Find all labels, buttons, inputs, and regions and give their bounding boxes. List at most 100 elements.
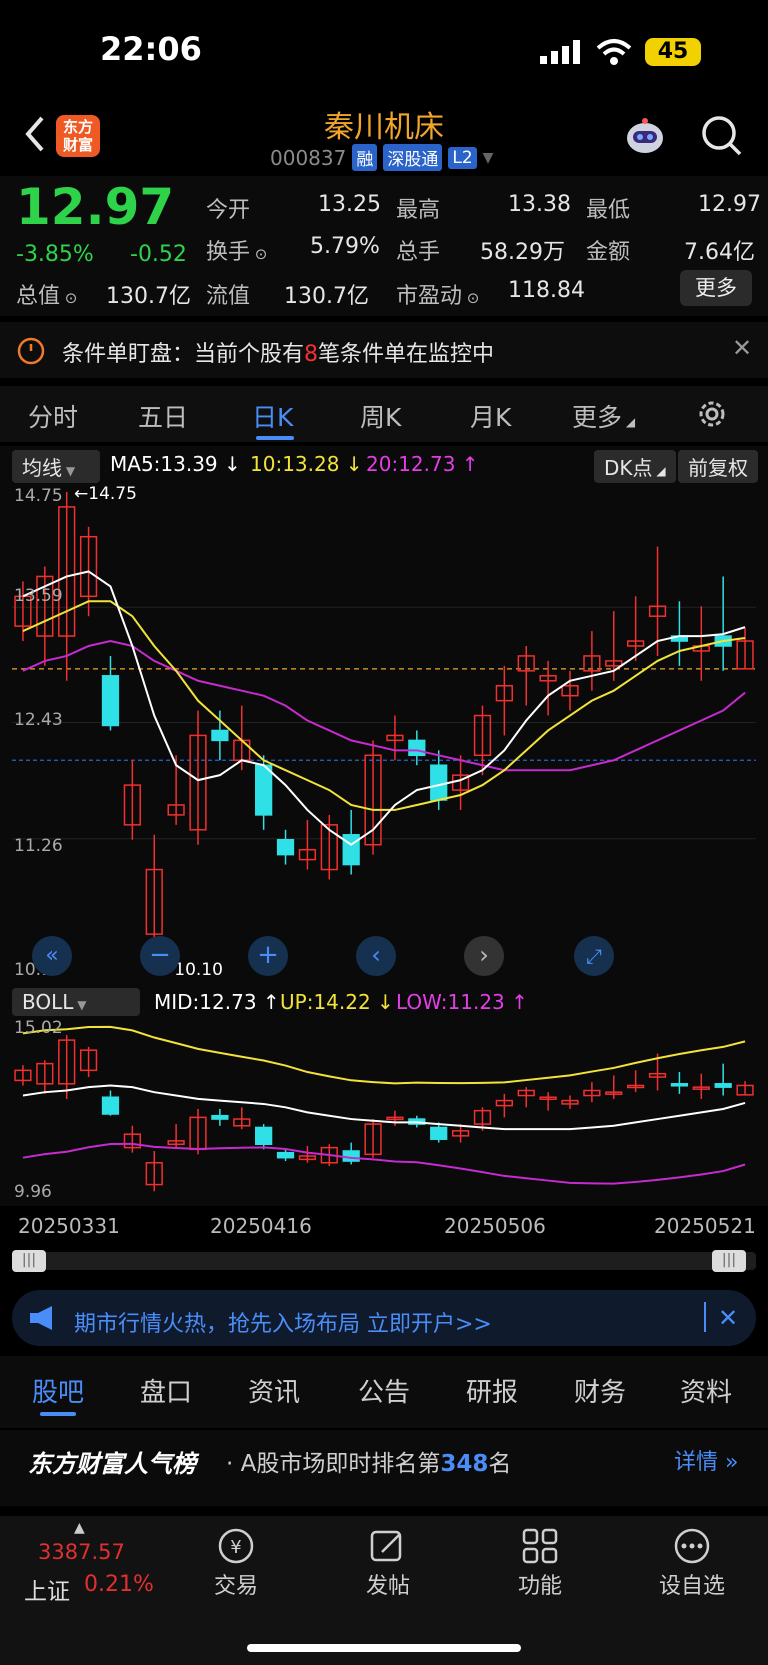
stock-code-row: 000837 融 深股通 L2 ▼: [270, 144, 493, 171]
trade-icon[interactable]: ¥: [216, 1526, 256, 1570]
boll-y-top: 15.02: [14, 1018, 63, 1038]
candle-body: [255, 764, 273, 816]
ma-selector[interactable]: 均线 ▼: [12, 450, 100, 483]
tab-five-day[interactable]: 五日: [138, 398, 188, 434]
tab-weekly-k[interactable]: 周K: [360, 398, 401, 434]
banner-text[interactable]: 期市行情火热，抢先入场布局 立即开户>>: [74, 1306, 492, 1338]
y-label-4: 11.26: [14, 836, 63, 856]
boll-y-bottom: 9.96: [14, 1182, 52, 1202]
turnover-value: 5.79%: [310, 234, 380, 259]
boll-mid-line: [22, 1084, 746, 1131]
tab-intraday[interactable]: 分时: [28, 398, 78, 434]
robot-assistant-icon[interactable]: [624, 116, 666, 156]
label-total-value: 总值 ⊙: [16, 284, 78, 309]
y-label-top: 14.75: [14, 486, 63, 506]
change-pct: -3.85%: [16, 242, 94, 267]
battery-indicator: 45: [645, 38, 701, 66]
boll-candle-body: [714, 1083, 732, 1088]
close-icon[interactable]: ✕: [732, 334, 752, 362]
wifi-icon: [596, 38, 632, 70]
svg-text:¥: ¥: [230, 1537, 241, 1558]
nav-post[interactable]: 发帖: [343, 1568, 433, 1600]
candle-body: [408, 739, 426, 757]
label-high: 最高: [396, 198, 441, 223]
low-value: 12.97: [698, 192, 761, 217]
rank-detail-link[interactable]: 详情 »: [674, 1444, 738, 1476]
tab-monthly-k[interactable]: 月K: [470, 398, 511, 434]
chart-scrollbar[interactable]: [12, 1252, 756, 1270]
more-dots-icon[interactable]: [672, 1526, 712, 1570]
tab-announcements[interactable]: 公告: [358, 1372, 410, 1409]
ma10-label: 10:13.28 ↓: [250, 452, 363, 476]
boll-candle-body: [211, 1114, 229, 1120]
next-icon[interactable]: ›: [464, 936, 504, 976]
home-indicator: [247, 1644, 521, 1652]
label-volume: 总手: [396, 240, 441, 265]
zoom-out-icon[interactable]: −: [140, 936, 180, 976]
nav-trade[interactable]: 交易: [191, 1568, 281, 1600]
ma10-line: [22, 600, 746, 811]
total-value: 130.7亿: [106, 284, 191, 309]
open-value: 13.25: [318, 192, 381, 217]
nav-functions[interactable]: 功能: [495, 1568, 585, 1600]
banner-close-icon[interactable]: ✕: [718, 1304, 738, 1332]
dk-point-button[interactable]: DK点 ◢: [594, 450, 676, 483]
index-change[interactable]: 0.21%: [84, 1572, 154, 1597]
status-time: 22:06: [100, 30, 202, 68]
label-low: 最低: [586, 198, 631, 223]
fullscreen-icon[interactable]: ⤢: [574, 936, 614, 976]
boll-candle-body: [670, 1083, 689, 1087]
boll-selector[interactable]: BOLL ▼: [12, 988, 140, 1016]
dropdown-icon[interactable]: ▼: [483, 150, 494, 166]
float-value: 130.7亿: [284, 284, 369, 309]
rank-brand: 东方财富人气榜: [28, 1450, 196, 1478]
tab-news[interactable]: 资讯: [248, 1372, 300, 1409]
tab-guba[interactable]: 股吧: [32, 1372, 84, 1409]
scroll-handle-left[interactable]: |||: [12, 1250, 46, 1272]
label-amount: 金额: [586, 240, 631, 265]
tag-margin: 融: [352, 144, 378, 171]
high-value: 13.38: [508, 192, 571, 217]
candle-body: [430, 764, 448, 801]
high-marker: ←14.75: [74, 484, 137, 504]
x-label-1: 20250331: [18, 1214, 120, 1238]
candlestick-chart[interactable]: [0, 480, 768, 980]
search-icon[interactable]: [700, 114, 744, 162]
more-button[interactable]: 更多: [680, 270, 752, 306]
label-open: 今开: [206, 198, 251, 223]
nav-add-watchlist[interactable]: 设自选: [647, 1568, 737, 1600]
tab-order-book[interactable]: 盘口: [140, 1372, 192, 1409]
post-icon[interactable]: [368, 1526, 408, 1570]
boll-mid-label: MID:12.73 ↑: [154, 990, 280, 1014]
amount-value: 7.64亿: [684, 240, 755, 265]
y-label-3: 12.43: [14, 710, 63, 730]
boll-candle-body: [276, 1151, 295, 1159]
tab-more[interactable]: 更多 ◢: [572, 398, 635, 434]
ma5-label: MA5:13.39 ↓: [110, 452, 241, 476]
tab-profile[interactable]: 资料: [680, 1372, 732, 1409]
boll-chart[interactable]: [0, 1018, 768, 1204]
index-value[interactable]: 3387.57: [38, 1540, 125, 1564]
functions-icon[interactable]: [520, 1526, 560, 1570]
adjust-button[interactable]: 前复权: [678, 450, 758, 483]
tab-research[interactable]: 研报: [466, 1372, 518, 1409]
candle-body: [342, 834, 360, 866]
ma5-line: [22, 570, 746, 846]
candle-body: [276, 838, 295, 856]
scroll-handle-right[interactable]: |||: [712, 1250, 746, 1272]
tag-l2: L2: [448, 146, 477, 169]
index-name[interactable]: 上证: [24, 1572, 70, 1606]
zoom-in-icon[interactable]: +: [248, 936, 288, 976]
boll-low-label: LOW:11.23 ↑: [396, 990, 528, 1014]
tab-finance[interactable]: 财务: [574, 1372, 626, 1409]
bottom-tab-indicator: [40, 1412, 76, 1416]
label-turnover: 换手 ⊙: [206, 240, 268, 265]
x-label-3: 20250506: [444, 1214, 546, 1238]
prev-icon[interactable]: ‹: [356, 936, 396, 976]
rewind-icon[interactable]: «: [32, 936, 72, 976]
label-pe: 市盈动 ⊙: [396, 284, 480, 309]
boll-up-label: UP:14.22 ↓: [280, 990, 394, 1014]
settings-gear-icon[interactable]: [696, 398, 728, 434]
tab-daily-k[interactable]: 日K: [252, 398, 293, 434]
tab-active-indicator: [256, 436, 294, 440]
